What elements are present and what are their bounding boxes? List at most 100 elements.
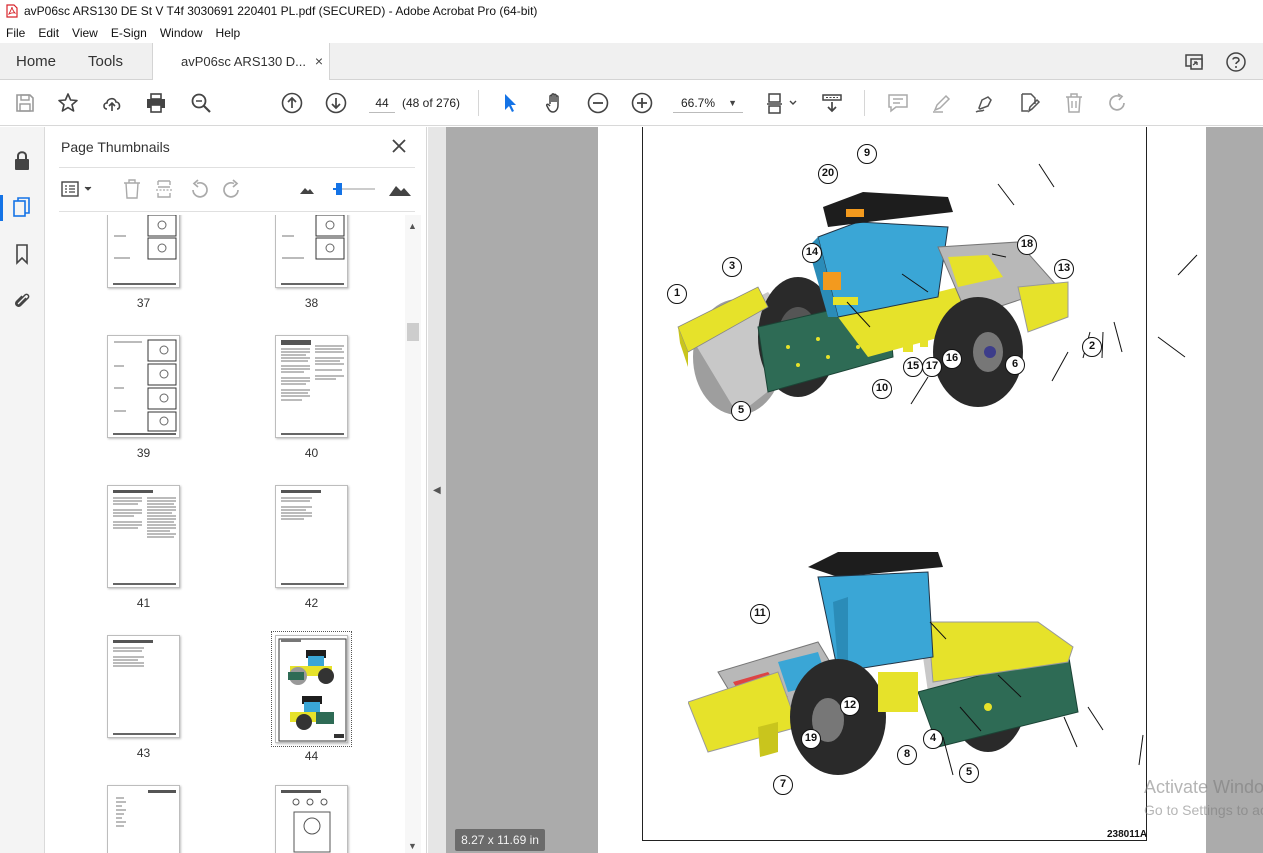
tab-document-label: avP06sc ARS130 D... xyxy=(181,54,307,69)
edit-document-icon[interactable] xyxy=(1017,91,1041,115)
next-page-icon[interactable] xyxy=(324,91,348,115)
page-thumbnail-preview xyxy=(113,490,176,585)
zoom-out-icon[interactable] xyxy=(586,91,610,115)
zoom-search-icon[interactable] xyxy=(189,91,213,115)
page-thumbnail[interactable] xyxy=(275,785,348,853)
zoom-in-icon[interactable] xyxy=(630,91,654,115)
attachment-icon[interactable] xyxy=(11,289,33,311)
page-thumbnail[interactable] xyxy=(275,215,348,288)
callout-label: 7 xyxy=(773,775,793,795)
page-thumbnail-preview xyxy=(113,215,177,285)
page-thumbnail-preview xyxy=(281,490,344,585)
zoom-level-dropdown[interactable]: 66.7% ▼ xyxy=(673,93,743,113)
rotate-left-icon[interactable] xyxy=(188,178,210,200)
left-navigation-rail xyxy=(0,127,45,853)
tab-home[interactable]: Home xyxy=(16,43,56,80)
smaller-thumbnails-icon[interactable] xyxy=(296,178,318,200)
scroll-down-icon[interactable]: ▼ xyxy=(408,841,417,851)
callout-label: 5 xyxy=(959,763,979,783)
sign-pen-icon[interactable] xyxy=(973,91,997,115)
callout-label: 9 xyxy=(857,144,877,164)
menu-window[interactable]: Window xyxy=(160,26,203,40)
panel-divider xyxy=(59,167,415,168)
menu-help[interactable]: Help xyxy=(216,26,241,40)
previous-page-icon[interactable] xyxy=(280,91,304,115)
print-icon[interactable] xyxy=(144,91,168,115)
page-thumbnail[interactable] xyxy=(107,215,180,288)
thumbnail-label: 43 xyxy=(136,746,151,760)
page-thumbnail[interactable] xyxy=(107,485,180,588)
select-cursor-icon[interactable] xyxy=(498,91,522,115)
star-icon[interactable] xyxy=(56,91,80,115)
window-title: avP06sc ARS130 DE St V T4f 3030691 22040… xyxy=(24,4,538,18)
larger-thumbnails-icon[interactable] xyxy=(387,178,413,200)
menu-edit[interactable]: Edit xyxy=(38,26,59,40)
share-screen-icon[interactable] xyxy=(1183,51,1205,73)
tab-bar: Home Tools avP06sc ARS130 D... × xyxy=(0,43,1263,80)
delete-page-icon[interactable] xyxy=(121,178,143,200)
activation-watermark-title: Activate Windows xyxy=(1144,777,1263,797)
page-thumbnail-selected[interactable] xyxy=(271,631,352,747)
menu-view[interactable]: View xyxy=(72,26,98,40)
page-thumbnail[interactable] xyxy=(107,635,180,738)
callout-label: 13 xyxy=(1054,259,1074,279)
thumbnail-label: 41 xyxy=(136,596,151,610)
thumbnail-label: 40 xyxy=(304,446,319,460)
panel-collapse-handle[interactable]: ◀ xyxy=(428,127,446,853)
callout-label: 15 xyxy=(903,357,923,377)
callout-label: 12 xyxy=(840,696,860,716)
menu-file[interactable]: File xyxy=(6,26,25,40)
upload-cloud-icon[interactable] xyxy=(100,91,124,115)
hand-tool-icon[interactable] xyxy=(542,91,566,115)
scroll-mode-icon[interactable] xyxy=(820,91,844,115)
page-thumbnail-preview xyxy=(116,790,176,827)
pdf-page: 9 20 14 18 13 3 1 2 15 17 16 6 10 5 11 1… xyxy=(598,127,1206,853)
page-thumbnail[interactable] xyxy=(107,335,180,438)
callout-label: 3 xyxy=(722,257,742,277)
options-menu-icon[interactable] xyxy=(60,178,96,200)
page-thumbnail-preview xyxy=(278,638,347,742)
page-thumbnail[interactable] xyxy=(275,485,348,588)
comment-icon[interactable] xyxy=(886,91,910,115)
bookmark-icon[interactable] xyxy=(11,243,33,265)
help-icon[interactable] xyxy=(1225,51,1247,73)
delete-icon[interactable] xyxy=(1062,91,1086,115)
zoom-level-value: 66.7% xyxy=(681,96,716,110)
main-toolbar: (48 of 276) 66.7% ▼ xyxy=(0,80,1263,126)
page-thumbnail-preview xyxy=(281,215,345,285)
figure-code: 238011A xyxy=(1107,829,1148,840)
callouts: 9 20 14 18 13 3 1 2 15 17 16 6 10 5 11 1… xyxy=(598,127,1206,853)
page-thumbnail[interactable] xyxy=(275,335,348,438)
thumbnail-scrollbar[interactable]: ▲ ▼ xyxy=(405,215,421,853)
callout-label: 18 xyxy=(1017,235,1037,255)
tab-document[interactable]: avP06sc ARS130 D... × xyxy=(152,43,330,80)
thumbnail-label: 42 xyxy=(304,596,319,610)
page-thumbnail-preview xyxy=(281,790,331,853)
tab-close-button[interactable]: × xyxy=(315,43,323,80)
thumbnail-list: 37 38 39 40 41 42 43 44 xyxy=(45,215,407,853)
rotate-right-icon[interactable] xyxy=(221,178,243,200)
thumbnail-size-slider[interactable] xyxy=(333,182,375,196)
lock-icon[interactable] xyxy=(11,149,33,171)
close-icon[interactable] xyxy=(388,135,410,157)
thumbnail-label: 37 xyxy=(136,296,151,310)
page-thumbnail[interactable] xyxy=(107,785,180,853)
save-icon[interactable] xyxy=(13,91,37,115)
scrollbar-thumb[interactable] xyxy=(407,323,419,341)
document-view[interactable]: ◀ 9 20 14 18 13 3 1 2 15 17 16 6 10 5 11… xyxy=(428,127,1263,853)
callout-label: 20 xyxy=(818,164,838,184)
page-thumbnails-icon[interactable] xyxy=(11,196,33,218)
menu-esign[interactable]: E-Sign xyxy=(111,26,147,40)
page-number-input[interactable] xyxy=(369,93,395,113)
title-bar: avP06sc ARS130 DE St V T4f 3030691 22040… xyxy=(0,0,1263,22)
page-thumbnail-preview xyxy=(113,640,176,735)
page-thumbnails-panel: Page Thumbnails 37 38 39 40 41 42 43 44 … xyxy=(45,127,427,853)
highlight-pen-icon[interactable] xyxy=(930,91,954,115)
extract-page-icon[interactable] xyxy=(153,178,175,200)
fit-page-icon[interactable] xyxy=(765,91,799,115)
redo-icon[interactable] xyxy=(1106,91,1130,115)
scroll-up-icon[interactable]: ▲ xyxy=(408,221,417,231)
thumbnail-label: 44 xyxy=(304,749,319,763)
chevron-left-icon: ◀ xyxy=(433,485,441,496)
tab-tools[interactable]: Tools xyxy=(88,43,123,80)
